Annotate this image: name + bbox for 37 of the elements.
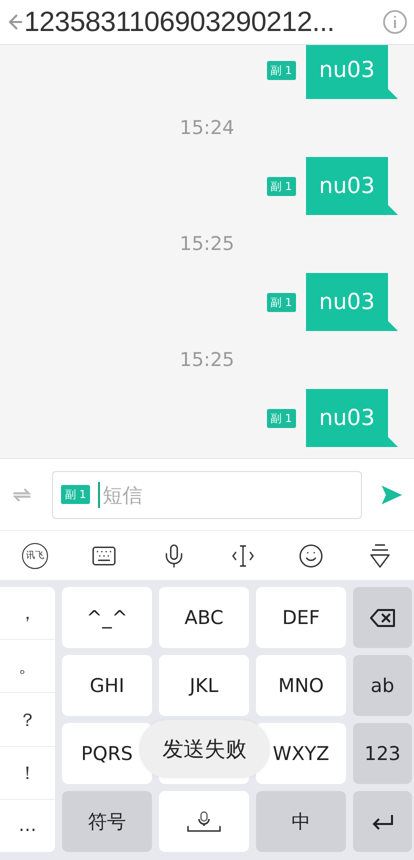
space-mic-icon (186, 810, 222, 832)
keyboard-key[interactable]: WXYZ (256, 723, 346, 784)
keyboard-key[interactable]: ABC (159, 587, 249, 648)
keyboard-key[interactable]: 符号 (62, 791, 152, 852)
punctuation-key[interactable]: ？ (0, 693, 55, 747)
keyboard-key[interactable]: DEF (256, 587, 346, 648)
conversation-title: 1235831106903290212... (24, 6, 336, 38)
ime-logo[interactable]: 讯飞 (22, 542, 48, 568)
punctuation-key[interactable]: … (0, 800, 55, 852)
sim-tag: 副 1 (266, 60, 296, 80)
send-failed-toast: 发送失败 (139, 720, 270, 778)
sim-tag: 副 1 (266, 176, 296, 196)
sim-tag: 副 1 (60, 485, 90, 504)
backspace-icon (370, 608, 396, 626)
timestamp: 15:25 (178, 233, 234, 255)
space-key[interactable] (159, 791, 249, 852)
sim-tag: 副 1 (266, 292, 296, 312)
keyboard-key[interactable]: MNO (256, 655, 346, 716)
keyboard-key[interactable]: JKL (159, 655, 249, 716)
backspace-key[interactable] (353, 587, 412, 648)
timestamp: 15:24 (178, 117, 234, 139)
sim-tag: 副 1 (266, 408, 296, 428)
punctuation-key[interactable]: ！ (0, 746, 55, 800)
timestamp: 15:25 (178, 349, 234, 371)
keyboard-key[interactable]: PQRS (62, 723, 152, 784)
keyboard-key[interactable]: ^_^ (62, 587, 152, 648)
enter-icon (370, 814, 394, 830)
hide-keyboard-icon[interactable] (368, 542, 392, 568)
keyboard-key[interactable]: 中 (256, 791, 346, 852)
punctuation-key[interactable]: 。 (0, 640, 55, 694)
keyboard-key[interactable]: ab (353, 655, 412, 716)
emoji-icon[interactable] (298, 542, 324, 568)
enter-key[interactable] (353, 791, 412, 852)
keyboard-key[interactable]: GHI (62, 655, 152, 716)
punctuation-key[interactable]: ， (0, 587, 55, 640)
cursor-icon[interactable] (230, 542, 255, 568)
keyboard-key[interactable]: 123 (353, 723, 412, 784)
